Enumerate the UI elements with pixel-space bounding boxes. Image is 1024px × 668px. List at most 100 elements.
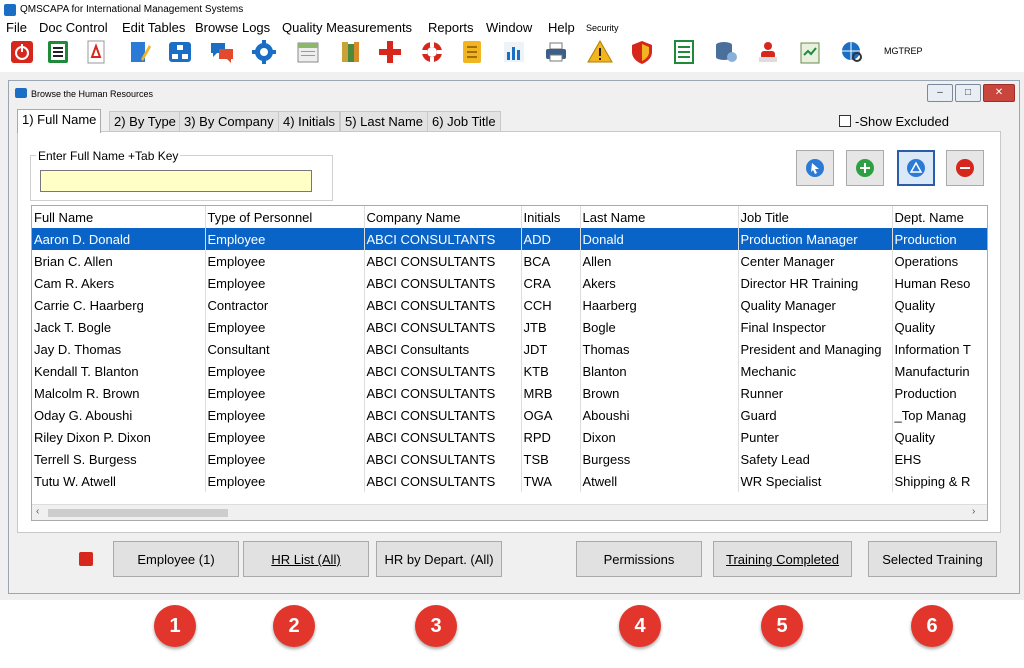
menu-file[interactable]: File xyxy=(6,20,27,35)
cell: ABCI CONSULTANTS xyxy=(364,294,522,316)
books-icon[interactable] xyxy=(336,38,364,66)
tab-job-title[interactable]: 6) Job Title xyxy=(427,111,501,132)
printer-icon[interactable] xyxy=(542,38,570,66)
table-row[interactable]: Aaron D. Donald Employee ABCI CONSULTANTS A… xyxy=(32,228,987,250)
close-button[interactable]: ✕ xyxy=(983,84,1015,102)
add-button[interactable] xyxy=(846,150,884,186)
col-header-full-name[interactable]: Full Name xyxy=(32,206,206,228)
pen-icon[interactable] xyxy=(126,38,154,66)
power-icon[interactable] xyxy=(8,38,36,66)
cell: EHS xyxy=(892,448,987,470)
tab-panel: Enter Full Name +Tab Key Full Name Type xyxy=(17,131,1001,533)
menu-bar: File Doc Control Edit Tables Browse Logs… xyxy=(0,20,1024,38)
cell: Punter xyxy=(738,426,893,448)
minimize-button[interactable]: – xyxy=(927,84,953,102)
hr-by-depart-button[interactable]: HR by Depart. (All) xyxy=(376,541,502,577)
edit-button[interactable] xyxy=(897,150,935,186)
delete-button[interactable] xyxy=(946,150,984,186)
cell: ABCI CONSULTANTS xyxy=(364,250,522,272)
cell: Employee xyxy=(205,250,365,272)
menu-help[interactable]: Help xyxy=(548,20,575,35)
maximize-button[interactable]: □ xyxy=(955,84,981,102)
menu-security[interactable]: Security xyxy=(586,23,619,33)
menu-browse-logs[interactable]: Browse Logs xyxy=(195,20,270,35)
checkbox-box[interactable] xyxy=(839,115,851,127)
cell: JTB xyxy=(521,316,581,338)
col-header-company[interactable]: Company Name xyxy=(364,206,522,228)
col-header-type[interactable]: Type of Personnel xyxy=(205,206,365,228)
cell: ABCI CONSULTANTS xyxy=(364,382,522,404)
tab-by-type[interactable]: 2) By Type xyxy=(109,111,181,132)
database-icon[interactable] xyxy=(712,38,740,66)
table-row[interactable]: Jack T. Bogle Employee ABCI CONSULTANTS JTB… xyxy=(32,316,987,338)
cell: President and Managing xyxy=(738,338,893,360)
cell: CRA xyxy=(521,272,581,294)
full-name-input[interactable] xyxy=(40,170,312,192)
cell: Director HR Training xyxy=(738,272,893,294)
menu-edit-tables[interactable]: Edit Tables xyxy=(122,20,185,35)
training-completed-button[interactable]: Training Completed xyxy=(713,541,852,577)
select-button[interactable] xyxy=(796,150,834,186)
menu-doc-control[interactable]: Doc Control xyxy=(39,20,108,35)
table-row[interactable]: Jay D. Thomas Consultant ABCI Consultants J… xyxy=(32,338,987,360)
show-excluded-checkbox[interactable]: -Show Excluded xyxy=(839,114,949,129)
table-row[interactable]: Terrell S. Burgess Employee ABCI CONSULTAN… xyxy=(32,448,987,470)
permissions-button[interactable]: Permissions xyxy=(576,541,702,577)
scroll-right-icon[interactable]: › xyxy=(972,506,975,517)
toolbar-mgtrep-label[interactable]: MGTREP xyxy=(884,46,923,56)
clipboard-icon[interactable] xyxy=(796,38,824,66)
globe-search-icon[interactable] xyxy=(838,38,866,66)
col-header-dept[interactable]: Dept. Name xyxy=(892,206,987,228)
table-row[interactable]: Cam R. Akers Employee ABCI CONSULTANTS CRA A… xyxy=(32,272,987,294)
users-icon[interactable] xyxy=(754,38,782,66)
table-row[interactable]: Riley Dixon P. Dixon Employee ABCI CONSULT… xyxy=(32,426,987,448)
table-row[interactable]: Brian C. Allen Employee ABCI CONSULTANTS BC… xyxy=(32,250,987,272)
notebook-icon[interactable] xyxy=(458,38,486,66)
cell: Employee xyxy=(205,228,365,250)
cell: Tutu W. Atwell xyxy=(32,470,206,492)
cell: Terrell S. Burgess xyxy=(32,448,206,470)
hr-grid: Full Name Type of Personnel Company Name… xyxy=(31,205,988,521)
table-row[interactable]: Malcolm R. Brown Employee ABCI CONSULTANTS… xyxy=(32,382,987,404)
menu-quality-measurements[interactable]: Quality Measurements xyxy=(282,20,412,35)
menu-window[interactable]: Window xyxy=(486,20,532,35)
window-title-bar: Browse the Human Resources – □ ✕ xyxy=(9,81,1019,105)
tab-full-name[interactable]: 1) Full Name xyxy=(17,109,102,133)
app-icon xyxy=(4,4,16,16)
cell: RPD xyxy=(521,426,581,448)
menu-reports[interactable]: Reports xyxy=(428,20,474,35)
tab-last-name[interactable]: 5) Last Name xyxy=(340,111,429,132)
table-row[interactable]: Tutu W. Atwell Employee ABCI CONSULTANTS TW… xyxy=(32,470,987,492)
cell: ABCI CONSULTANTS xyxy=(364,272,522,294)
table-row[interactable]: Carrie C. Haarberg Contractor ABCI CONSULT… xyxy=(32,294,987,316)
table-row[interactable]: Kendall T. Blanton Employee ABCI CONSULTAN… xyxy=(32,360,987,382)
shield-icon[interactable] xyxy=(628,38,656,66)
pdf-icon[interactable] xyxy=(82,38,110,66)
document-list-icon[interactable] xyxy=(44,38,72,66)
gear-icon[interactable] xyxy=(250,38,278,66)
scroll-thumb[interactable] xyxy=(48,509,228,517)
cell: OGA xyxy=(521,404,581,426)
horizontal-scrollbar[interactable]: ‹ › xyxy=(32,504,987,520)
selected-training-button[interactable]: Selected Training xyxy=(868,541,997,577)
chat-icon[interactable] xyxy=(208,38,236,66)
col-header-last-name[interactable]: Last Name xyxy=(580,206,739,228)
warning-icon[interactable] xyxy=(586,38,614,66)
bar-chart-icon[interactable] xyxy=(500,38,528,66)
scroll-left-icon[interactable]: ‹ xyxy=(36,506,39,517)
col-header-job-title[interactable]: Job Title xyxy=(738,206,893,228)
employee-button[interactable]: Employee (1) xyxy=(113,541,239,577)
hr-list-button[interactable]: HR List (All) xyxy=(243,541,369,577)
checklist-icon[interactable] xyxy=(670,38,698,66)
org-chart-icon[interactable] xyxy=(166,38,194,66)
red-cross-icon[interactable] xyxy=(376,38,404,66)
tab-initials[interactable]: 4) Initials xyxy=(278,111,341,132)
tab-by-company[interactable]: 3) By Company xyxy=(179,111,279,132)
lifebuoy-icon[interactable] xyxy=(418,38,446,66)
cell: Burgess xyxy=(580,448,739,470)
table-row[interactable]: Oday G. Aboushi Employee ABCI CONSULTANTS O… xyxy=(32,404,987,426)
col-header-initials[interactable]: Initials xyxy=(521,206,581,228)
calendar-icon[interactable] xyxy=(294,38,322,66)
exit-power-icon[interactable] xyxy=(79,552,93,566)
cell: Human Reso xyxy=(892,272,987,294)
